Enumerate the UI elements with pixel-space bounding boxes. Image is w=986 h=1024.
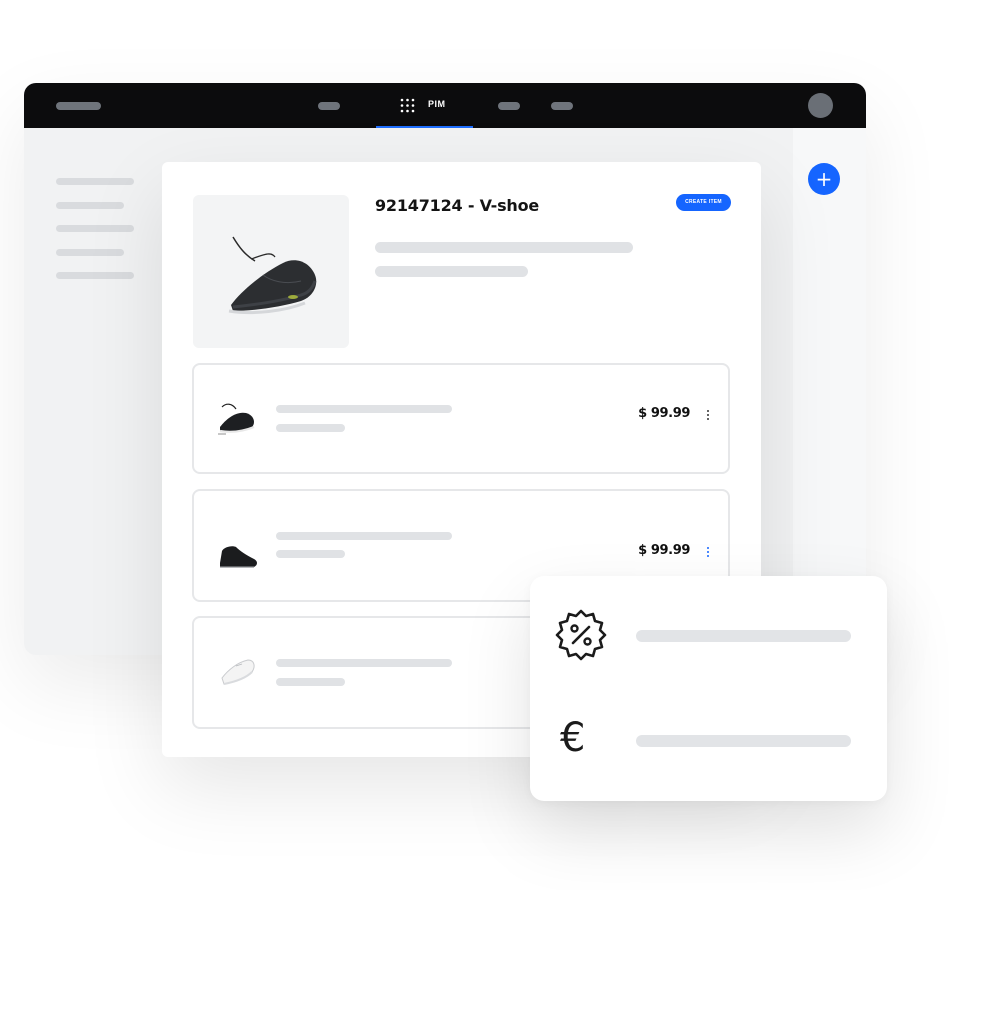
nav-logo-placeholder[interactable] xyxy=(56,102,101,110)
product-title: 92147124 - V-shoe xyxy=(375,196,540,215)
tab-pim-label: PIM xyxy=(428,99,446,109)
sidebar-item[interactable] xyxy=(56,225,134,232)
plus-icon: + xyxy=(815,167,833,191)
product-image[interactable] xyxy=(193,195,349,348)
active-tab-indicator xyxy=(376,126,473,128)
description-placeholder xyxy=(375,266,528,277)
currency-option-placeholder xyxy=(636,735,851,747)
discount-badge-icon xyxy=(555,609,607,661)
discount-option-placeholder xyxy=(636,630,851,642)
sidebar-item[interactable] xyxy=(56,272,134,279)
variant-thumbnail xyxy=(220,546,257,568)
top-navigation-bar: PIM xyxy=(24,83,866,128)
variant-name-placeholder xyxy=(276,405,452,413)
variant-price: $ 99.99 xyxy=(638,406,690,421)
variant-meta-placeholder xyxy=(276,424,345,432)
add-button[interactable]: + xyxy=(808,163,840,195)
tab-pim[interactable]: PIM xyxy=(376,83,473,128)
create-item-button[interactable]: CREATE ITEM xyxy=(676,194,731,211)
variant-thumbnail xyxy=(221,659,255,685)
variant-row[interactable]: $ 99.99 xyxy=(192,363,730,474)
nav-tab-placeholder-2[interactable] xyxy=(498,102,520,110)
variant-price: $ 99.99 xyxy=(638,543,690,558)
euro-icon: € xyxy=(560,715,586,761)
variant-name-placeholder xyxy=(276,659,452,667)
more-vertical-icon[interactable] xyxy=(704,408,712,422)
variant-name-placeholder xyxy=(276,532,452,540)
more-vertical-icon[interactable] xyxy=(704,545,712,559)
sidebar-item[interactable] xyxy=(56,202,124,209)
nav-tab-placeholder-3[interactable] xyxy=(551,102,573,110)
variant-thumbnail xyxy=(218,403,255,435)
pricing-popup: € xyxy=(530,576,887,801)
sidebar-item[interactable] xyxy=(56,178,134,185)
grid-icon xyxy=(400,98,415,113)
variant-meta-placeholder xyxy=(276,678,345,686)
description-placeholder xyxy=(375,242,633,253)
variant-meta-placeholder xyxy=(276,550,345,558)
sneaker-image xyxy=(228,236,317,315)
user-avatar[interactable] xyxy=(808,93,833,118)
sidebar-item[interactable] xyxy=(56,249,124,256)
discount-option[interactable] xyxy=(530,596,887,676)
nav-tab-placeholder-1[interactable] xyxy=(318,102,340,110)
